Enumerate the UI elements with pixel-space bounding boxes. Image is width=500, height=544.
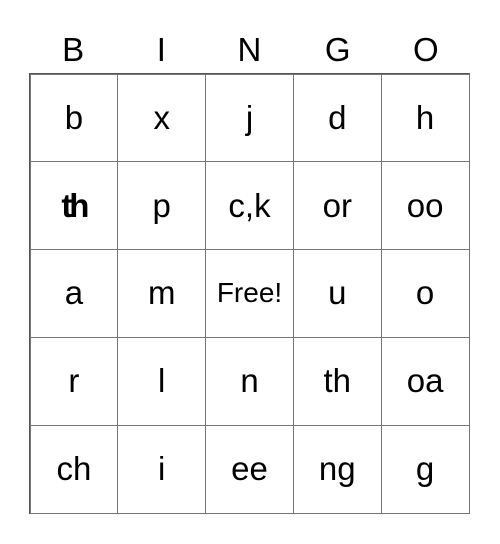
- bingo-cell[interactable]: a: [29, 249, 119, 338]
- free-space-cell[interactable]: Free!: [205, 249, 294, 338]
- bingo-cell[interactable]: i: [117, 424, 207, 514]
- bingo-cell[interactable]: c,k: [205, 161, 294, 251]
- bingo-cell[interactable]: j: [205, 73, 294, 163]
- bingo-cell[interactable]: h: [380, 73, 470, 163]
- bingo-cell[interactable]: b: [29, 73, 119, 163]
- bingo-cell[interactable]: n: [205, 336, 294, 426]
- bingo-cell[interactable]: ch: [29, 424, 119, 514]
- bingo-cell[interactable]: d: [292, 73, 382, 163]
- bingo-cell[interactable]: m: [117, 249, 207, 338]
- bingo-cell[interactable]: or: [292, 161, 382, 251]
- header-letter-o: O: [413, 31, 439, 68]
- bingo-cell[interactable]: r: [29, 336, 119, 426]
- bingo-cell[interactable]: u: [292, 249, 382, 338]
- header-letter-n: N: [237, 31, 262, 68]
- bingo-cell[interactable]: th: [29, 161, 119, 251]
- bingo-cell[interactable]: ng: [292, 424, 382, 514]
- bingo-card: b x j d h th p c,k or oo a m Free! u o r…: [29, 73, 470, 514]
- header-letter-i: I: [156, 31, 166, 68]
- bingo-cell[interactable]: o: [380, 249, 470, 338]
- bingo-cell[interactable]: ee: [205, 424, 294, 514]
- bingo-cell[interactable]: x: [117, 73, 207, 163]
- bingo-cell[interactable]: th: [292, 336, 382, 426]
- bingo-cell[interactable]: g: [380, 424, 470, 514]
- bingo-cell[interactable]: oo: [380, 161, 470, 251]
- bingo-cell[interactable]: p: [117, 161, 207, 251]
- bingo-cell[interactable]: oa: [380, 336, 470, 426]
- header-letter-g: G: [324, 31, 351, 68]
- bingo-cell[interactable]: l: [117, 336, 207, 426]
- header-letter-b: B: [62, 31, 85, 68]
- bingo-header: B I N G O: [29, 30, 470, 70]
